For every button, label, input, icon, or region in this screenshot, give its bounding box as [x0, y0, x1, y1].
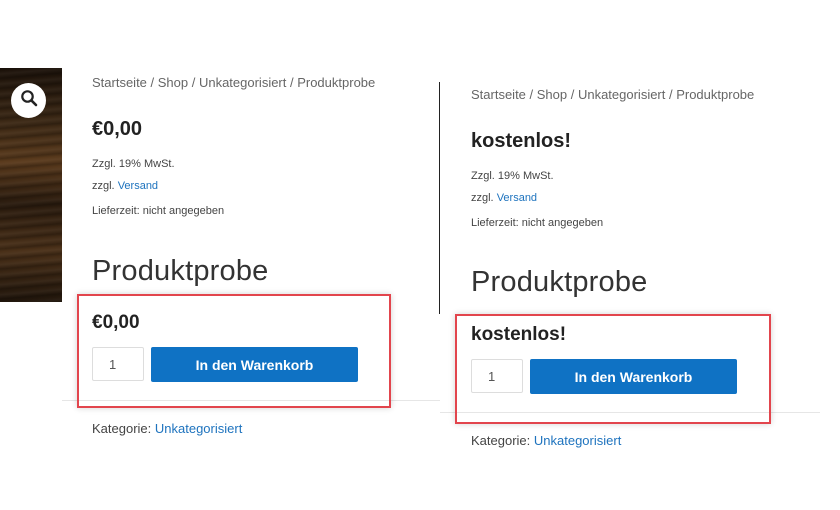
category-line: Kategorie: Unkategorisiert	[471, 433, 621, 448]
shipping-note: zzgl. Versand	[92, 180, 158, 192]
screenshot-divider	[439, 82, 440, 314]
search-icon	[20, 89, 38, 112]
category-link[interactable]: Unkategorisiert	[155, 421, 242, 436]
breadcrumb[interactable]: Startseite / Shop / Unkategorisiert / Pr…	[92, 75, 375, 90]
category-label: Kategorie:	[471, 433, 531, 448]
product-title: Produktprobe	[92, 255, 269, 287]
shipping-note: zzgl. Versand	[471, 192, 537, 204]
price-summary: €0,00	[92, 118, 143, 140]
category-label: Kategorie:	[92, 421, 152, 436]
product-title: Produktprobe	[471, 266, 648, 298]
shipping-prefix: zzgl.	[92, 180, 115, 192]
delivery-time: Lieferzeit: nicht angegeben	[92, 205, 225, 217]
tax-note: Zzgl. 19% MwSt.	[92, 158, 175, 170]
category-line: Kategorie: Unkategorisiert	[92, 421, 242, 436]
highlight-box-right	[455, 314, 771, 424]
breadcrumb[interactable]: Startseite / Shop / Unkategorisiert / Pr…	[471, 87, 754, 102]
shipping-link[interactable]: Versand	[118, 180, 158, 192]
price-summary: kostenlos!	[471, 130, 572, 152]
zoom-button[interactable]	[11, 83, 46, 118]
shipping-prefix: zzgl.	[471, 192, 494, 204]
delivery-time: Lieferzeit: nicht angegeben	[471, 217, 604, 229]
category-link[interactable]: Unkategorisiert	[534, 433, 621, 448]
shipping-link[interactable]: Versand	[497, 192, 537, 204]
tax-note: Zzgl. 19% MwSt.	[471, 170, 554, 182]
highlight-box-left	[77, 294, 391, 408]
